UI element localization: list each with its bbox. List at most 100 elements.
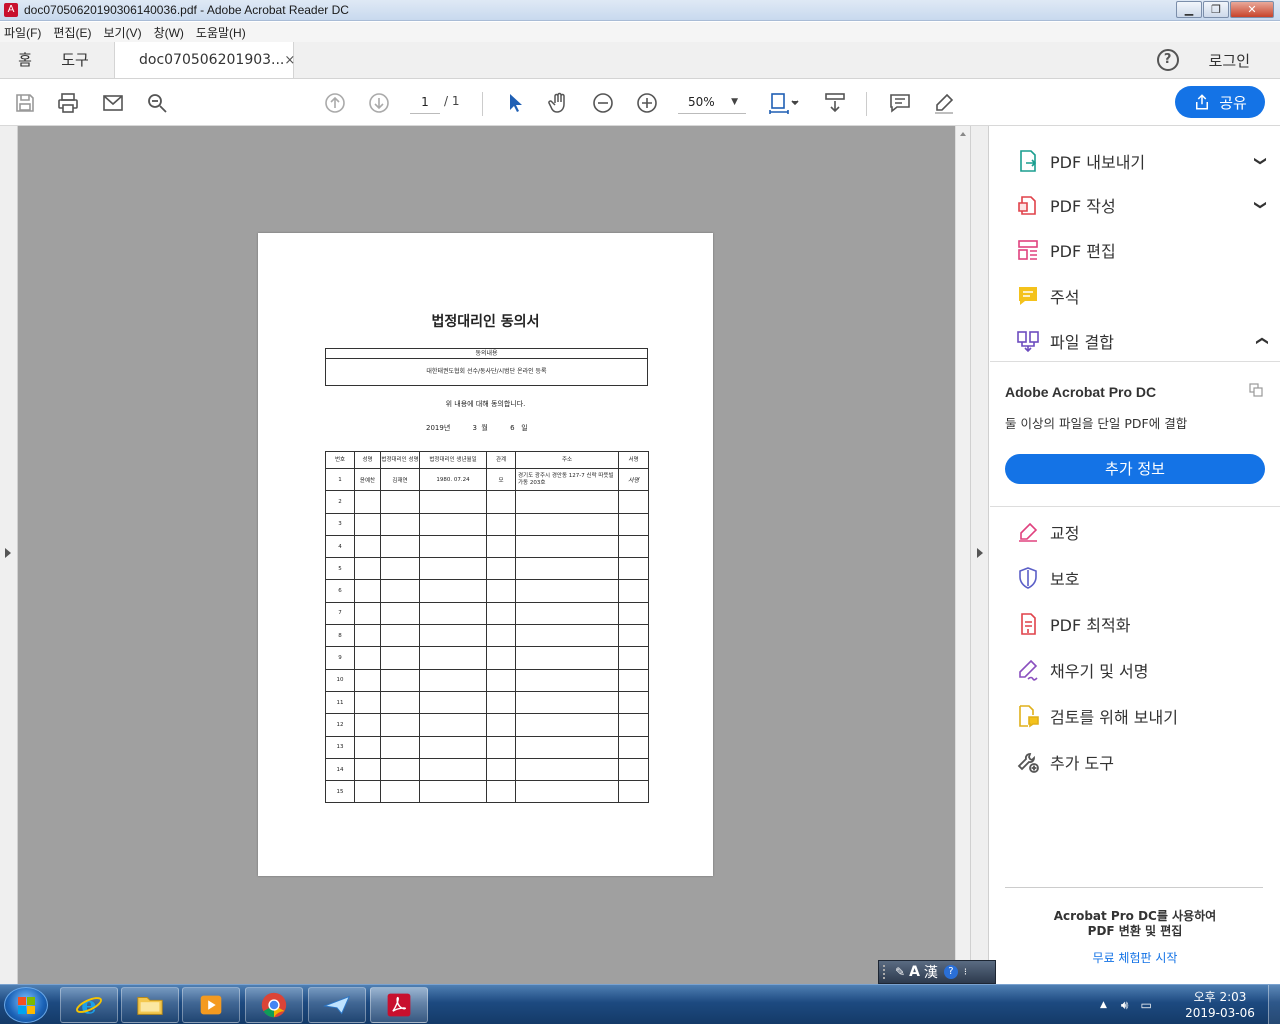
minimize-button[interactable]: ▁ <box>1176 1 1202 18</box>
zoom-in-icon[interactable] <box>634 90 660 116</box>
clock-date: 2019-03-06 <box>1185 1006 1255 1020</box>
share-button[interactable]: 공유 <box>1175 86 1265 118</box>
tool-label: 보호 <box>1050 570 1080 589</box>
menu-help[interactable]: 도움말(H) <box>196 24 246 41</box>
left-panel-toggle[interactable] <box>0 126 18 984</box>
row-number: 2 <box>325 490 355 514</box>
tab-document[interactable]: doc070506201903... × <box>114 42 295 78</box>
guardian-birthdate: 1980. 07.24 <box>419 467 487 492</box>
window-controls: ▁ ❐ ✕ <box>1175 1 1274 18</box>
find-zoom-icon[interactable] <box>144 90 170 116</box>
tab-tools[interactable]: 도구 <box>50 42 100 78</box>
taskbar-internet-explorer[interactable]: e <box>60 987 118 1023</box>
close-window-button[interactable]: ✕ <box>1230 1 1274 18</box>
relation <box>486 579 516 603</box>
page-number-input[interactable]: 1 <box>410 92 440 114</box>
tray-expand-icon[interactable]: ▲ <box>1100 1000 1107 1010</box>
window-title: doc07050620190306140036.pdf - Adobe Acro… <box>24 3 349 17</box>
vertical-scrollbar[interactable] <box>955 126 970 984</box>
comment-tool-icon[interactable] <box>887 90 913 116</box>
hand-tool-icon[interactable] <box>546 90 572 116</box>
network-icon[interactable]: ▭ <box>1140 998 1151 1012</box>
more-tools-icon <box>1016 750 1040 774</box>
student-name <box>354 780 381 804</box>
ime-mode[interactable]: A <box>909 964 920 980</box>
panel-divider <box>990 361 1280 362</box>
login-link[interactable]: 로그인 <box>1209 50 1250 71</box>
address <box>515 490 619 514</box>
tool-optimize-pdf[interactable]: PDF 최적화 <box>1016 609 1266 639</box>
svg-text:e: e <box>81 990 97 1019</box>
taskbar-chrome[interactable] <box>245 987 303 1023</box>
menu-view[interactable]: 보기(V) <box>103 24 141 41</box>
tool-comment[interactable]: 주석 <box>1016 281 1266 311</box>
zoom-out-icon[interactable] <box>590 90 616 116</box>
menu-file[interactable]: 파일(F) <box>4 24 41 41</box>
zoom-level-select[interactable]: 50% ▼ <box>678 92 746 114</box>
grip-handle[interactable] <box>883 965 891 979</box>
page-total: / 1 <box>444 94 460 108</box>
taskbar-media-player[interactable] <box>182 987 240 1023</box>
taskbar-messenger[interactable] <box>308 987 366 1023</box>
print-icon[interactable] <box>55 90 81 116</box>
row-number: 10 <box>325 668 355 692</box>
folder-icon <box>137 997 163 1015</box>
tool-redact[interactable]: 교정 <box>1016 517 1266 547</box>
ime-help-icon[interactable]: ? <box>943 965 958 979</box>
ime-hanja[interactable]: 漢 <box>924 962 938 982</box>
student-name <box>354 624 381 648</box>
chevron-down-icon[interactable]: ❯ <box>1254 200 1268 210</box>
more-info-button[interactable]: 추가 정보 <box>1005 454 1265 484</box>
document-viewport[interactable]: 법정대리인 동의서 동의내용 대한태권도협회 선수/동사단/시범단 온라인 등록… <box>18 126 955 984</box>
row-number: 13 <box>325 735 355 759</box>
save-icon[interactable] <box>12 90 38 116</box>
start-button[interactable] <box>4 987 48 1023</box>
fill-sign-icon <box>1016 658 1040 682</box>
close-tab-icon[interactable]: × <box>284 53 295 68</box>
help-icon[interactable]: ? <box>1156 49 1179 71</box>
tool-export-pdf[interactable]: PDF 내보내기 ❯ <box>1016 146 1268 176</box>
scroll-mode-icon[interactable] <box>822 90 848 116</box>
tool-send-for-review[interactable]: 검토를 위해 보내기 <box>1016 701 1266 731</box>
volume-icon[interactable]: 🔊︎ <box>1121 998 1129 1013</box>
fit-page-icon[interactable] <box>766 90 802 116</box>
tab-home[interactable]: 홈 <box>0 42 50 78</box>
chevron-down-icon[interactable]: ❯ <box>1254 156 1268 166</box>
free-trial-link[interactable]: 무료 체험판 시작 <box>990 949 1280 966</box>
panel-divider <box>1005 887 1263 888</box>
comment-icon <box>1016 284 1040 308</box>
table-row: 10 <box>325 668 649 692</box>
select-cursor-icon[interactable] <box>502 90 528 116</box>
show-desktop-button[interactable] <box>1268 985 1280 1024</box>
menu-window[interactable]: 창(W) <box>154 24 184 41</box>
highlight-pen-icon[interactable] <box>931 90 957 116</box>
next-page-icon[interactable] <box>366 90 392 116</box>
row-number: 11 <box>325 690 355 715</box>
previous-page-icon[interactable] <box>322 90 348 116</box>
ime-language-bar[interactable]: ✎ A 漢 ? ⁝ <box>878 960 996 984</box>
student-name <box>354 534 381 559</box>
right-panel-toggle[interactable] <box>970 126 989 984</box>
signature-cell: 서명 <box>618 467 649 492</box>
taskbar-file-explorer[interactable] <box>121 987 179 1023</box>
tool-fill-sign[interactable]: 채우기 및 서명 <box>1016 655 1266 685</box>
email-icon[interactable] <box>100 90 126 116</box>
guardian-birthdate <box>419 624 487 648</box>
scroll-up-icon[interactable] <box>960 132 966 136</box>
tool-edit-pdf[interactable]: PDF 편집 <box>1016 235 1266 265</box>
tool-protect[interactable]: 보호 <box>1016 563 1266 593</box>
relation <box>486 512 516 536</box>
tool-more-tools[interactable]: 추가 도구 <box>1016 747 1266 777</box>
taskbar-clock[interactable]: 오후 2:03 2019-03-06 <box>1180 989 1260 1021</box>
taskbar-acrobat-reader[interactable] <box>370 987 428 1023</box>
copy-icon[interactable] <box>1248 382 1264 398</box>
tool-combine-files[interactable]: 파일 결합 ❯ <box>1016 326 1268 356</box>
maximize-button[interactable]: ❐ <box>1203 1 1229 18</box>
expand-left-icon <box>5 548 11 558</box>
chevron-up-icon[interactable]: ❯ <box>1254 336 1268 346</box>
tool-create-pdf[interactable]: PDF 작성 ❯ <box>1016 190 1268 220</box>
ime-options-icon[interactable]: ⁝ <box>964 967 967 978</box>
guardian-birthdate <box>419 757 487 782</box>
menu-edit[interactable]: 편집(E) <box>53 24 91 41</box>
tool-label: PDF 최적화 <box>1050 616 1131 635</box>
